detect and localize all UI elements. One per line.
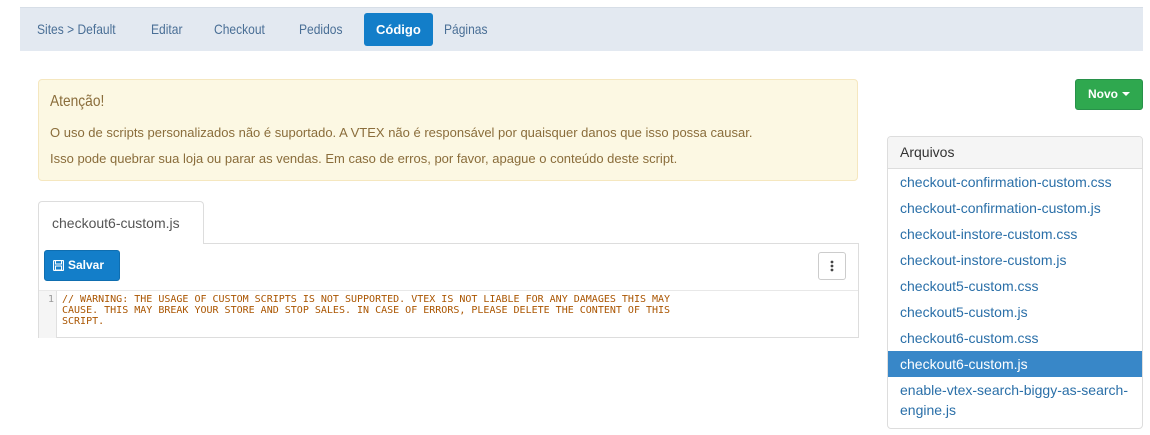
tab-editar[interactable]: Editar xyxy=(151,8,182,51)
tab-codigo[interactable]: Código xyxy=(364,13,433,46)
alert-line-1: O uso de scripts personalizados não é su… xyxy=(50,125,753,140)
kebab-icon xyxy=(830,260,834,272)
code-textarea[interactable]: 1 // WARNING: THE USAGE OF CUSTOM SCRIPT… xyxy=(39,290,858,338)
code-content[interactable]: // WARNING: THE USAGE OF CUSTOM SCRIPTS … xyxy=(62,294,852,327)
file-item[interactable]: checkout-confirmation-custom.css xyxy=(888,169,1142,195)
warning-alert: Atenção! O uso de scripts personalizados… xyxy=(38,79,858,181)
tab-file-checkout6-custom-js[interactable]: checkout6-custom.js xyxy=(38,201,204,244)
file-item[interactable]: checkout5-custom.css xyxy=(888,273,1142,299)
top-nav: Sites > Default Editar Checkout Pedidos … xyxy=(20,7,1143,51)
alert-line-2: Isso pode quebrar sua loja ou parar as v… xyxy=(50,151,678,166)
file-item[interactable]: checkout6-custom.css xyxy=(888,325,1142,351)
floppy-disk-icon xyxy=(52,259,65,272)
file-item[interactable]: enable-vtex-search-biggy-as-search-engin… xyxy=(888,377,1128,423)
save-button[interactable]: Salvar xyxy=(44,250,120,281)
line-number: 1 xyxy=(39,291,57,338)
alert-title: Atenção! xyxy=(50,93,105,110)
tab-pedidos[interactable]: Pedidos xyxy=(299,8,343,51)
code-line: SCRIPT. xyxy=(62,316,105,327)
breadcrumb[interactable]: Sites > Default xyxy=(37,8,116,51)
file-item[interactable]: checkout-instore-custom.js xyxy=(888,247,1142,273)
code-line: // WARNING: THE USAGE OF CUSTOM SCRIPTS … xyxy=(62,294,671,305)
file-item[interactable]: checkout-confirmation-custom.js xyxy=(888,195,1142,221)
new-file-button[interactable]: Novo xyxy=(1075,79,1143,110)
file-item[interactable]: checkout-instore-custom.css xyxy=(888,221,1142,247)
caret-down-icon xyxy=(1122,92,1130,96)
tab-paginas[interactable]: Páginas xyxy=(444,8,488,51)
files-header: Arquivos xyxy=(888,137,1142,169)
files-panel: Arquivos checkout-confirmation-custom.cs… xyxy=(887,136,1143,429)
file-item-selected[interactable]: checkout6-custom.js xyxy=(888,351,1142,377)
kebab-menu-button[interactable] xyxy=(818,252,846,280)
tab-checkout[interactable]: Checkout xyxy=(214,8,265,51)
file-item[interactable]: checkout5-custom.js xyxy=(888,299,1142,325)
new-button-label: Novo xyxy=(1088,87,1118,101)
save-button-label: Salvar xyxy=(68,258,105,272)
code-editor: Salvar 1 // WARNING: THE USAGE OF CUSTOM… xyxy=(38,243,859,338)
code-line: CAUSE. THIS MAY BREAK YOUR STORE AND STO… xyxy=(62,305,671,316)
